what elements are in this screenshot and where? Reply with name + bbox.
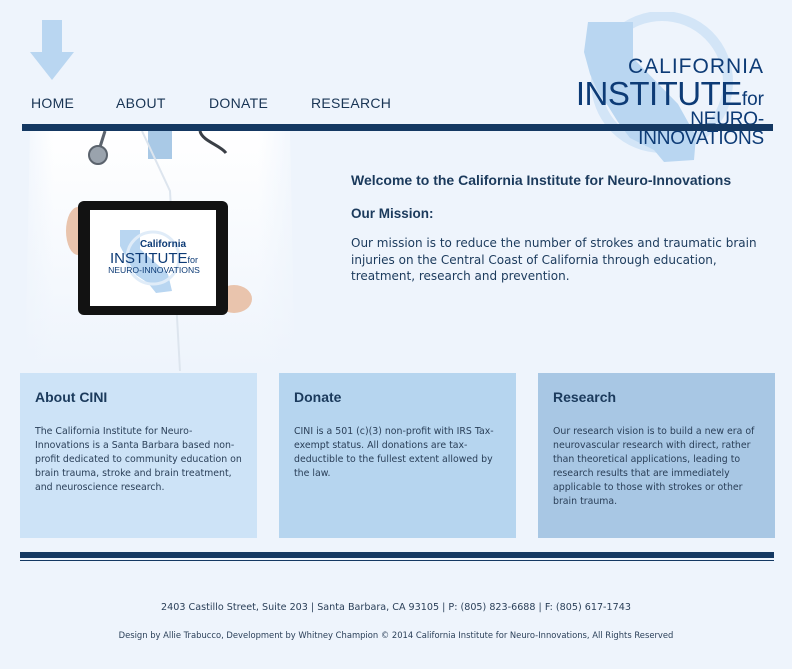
header-divider — [22, 124, 773, 131]
nav-about-link[interactable]: ABOUT — [116, 95, 209, 111]
logo-line-institute: INSTITUTE — [575, 75, 743, 112]
footer-address: 2403 Castillo Street, Suite 203 | Santa … — [161, 602, 631, 613]
donate-card-text: CINI is a 501 (c)(3) non-profit with IRS… — [294, 426, 494, 479]
research-card-title: Research — [553, 389, 617, 405]
logo-for: for — [741, 89, 764, 110]
footer-credits: Design by Allie Trabucco, Development by… — [118, 630, 674, 640]
tablet-logo-line1: California — [139, 239, 187, 250]
tablet-logo-line3: NEURO-INNOVATIONS — [108, 265, 200, 276]
donate-card[interactable]: Donate CINI is a 501 (c)(3) non-profit w… — [279, 373, 516, 538]
research-card[interactable]: Research Our research vision is to build… — [538, 373, 775, 538]
down-arrow-icon — [30, 20, 74, 80]
footer-divider-thin — [20, 560, 774, 561]
nav-donate-link[interactable]: DONATE — [209, 95, 311, 111]
tablet-logo: California INSTITUTEfor NEURO-INNOVATION… — [91, 210, 217, 306]
site-logo[interactable]: CALIFORNIA INSTITUTEfor NEURO-INNOVATION… — [568, 12, 782, 164]
main-nav: HOME ABOUT DONATE RESEARCH — [31, 95, 391, 111]
about-card[interactable]: About CINI The California Institute for … — [20, 373, 257, 538]
mission-heading: Our Mission: — [351, 206, 434, 221]
research-card-text: Our research vision is to build a new er… — [553, 426, 755, 507]
about-card-text: The California Institute for Neuro-Innov… — [35, 426, 242, 493]
nav-home-link[interactable]: HOME — [31, 95, 116, 111]
tablet-logo-line2: INSTITUTE — [109, 249, 188, 267]
tablet-logo-for: for — [187, 254, 198, 265]
about-card-title: About CINI — [35, 389, 108, 405]
welcome-heading: Welcome to the California Institute for … — [351, 172, 732, 188]
mission-text: Our mission is to reduce the number of s… — [351, 236, 757, 283]
donate-card-title: Donate — [294, 389, 342, 405]
logo-line-california: CALIFORNIA — [627, 55, 764, 78]
nav-research-link[interactable]: RESEARCH — [311, 95, 391, 111]
footer-divider — [20, 552, 774, 558]
